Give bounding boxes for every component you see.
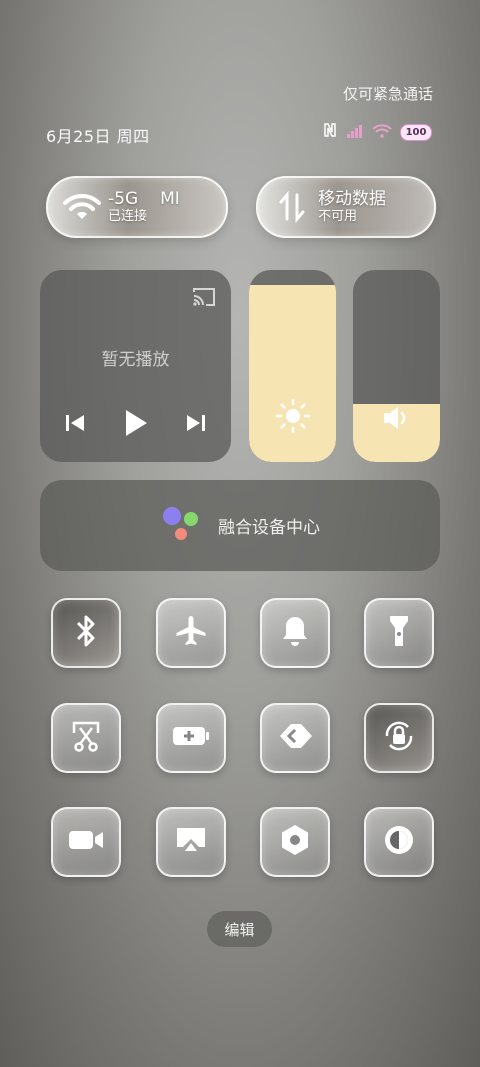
- battery-saver-icon: [171, 724, 211, 752]
- next-icon[interactable]: [185, 413, 207, 437]
- data-transfer-icon: [266, 191, 318, 223]
- sun-icon: [249, 398, 336, 434]
- wifi-info: -5G MI 已连接: [108, 189, 180, 225]
- media-title: 暂无播放: [101, 350, 170, 370]
- video-icon: [67, 828, 105, 856]
- battery-badge: 100: [400, 123, 432, 141]
- wifi-status: 已连接: [108, 209, 148, 225]
- airplane-toggle[interactable]: [156, 598, 226, 668]
- mobile-data-title: 移动数据: [318, 189, 386, 209]
- battery-saver-toggle[interactable]: [156, 703, 226, 773]
- device-center-card[interactable]: 融合设备中心: [40, 480, 440, 571]
- brightness-slider[interactable]: [249, 270, 336, 462]
- bluetooth-toggle[interactable]: [51, 598, 121, 668]
- link-icon: [278, 721, 312, 755]
- device-center-label: 融合设备中心: [218, 518, 320, 538]
- cast-icon[interactable]: [191, 286, 217, 312]
- media-player-card[interactable]: 暂无播放: [40, 270, 231, 462]
- mobile-data-status: 不可用: [318, 209, 358, 225]
- settings-toggle[interactable]: [260, 807, 330, 877]
- wifi-icon: [56, 192, 108, 222]
- wifi-status-icon: [372, 123, 392, 142]
- emergency-calls-only-text: 仅可紧急通话: [342, 85, 433, 103]
- video-toggle[interactable]: [51, 807, 121, 877]
- signal-icon: [346, 123, 364, 142]
- device-center-icon: [160, 506, 204, 546]
- date-label: 6月25日 周四: [46, 127, 150, 146]
- edit-button[interactable]: 编辑: [207, 911, 272, 947]
- flashlight-toggle[interactable]: [364, 598, 434, 668]
- notification-toggle[interactable]: [260, 598, 330, 668]
- mobile-data-info: 移动数据 不可用: [318, 189, 386, 225]
- wifi-ssid-tail: MI: [160, 189, 180, 209]
- previous-icon[interactable]: [64, 413, 86, 437]
- nfc-icon: [322, 122, 338, 142]
- flashlight-icon: [387, 613, 411, 653]
- settings-icon: [279, 823, 311, 861]
- bluetooth-icon: [73, 614, 99, 652]
- wifi-tile[interactable]: -5G MI 已连接: [46, 176, 228, 238]
- speaker-icon: [353, 404, 440, 432]
- volume-slider[interactable]: [353, 270, 440, 462]
- screenshot-toggle[interactable]: [51, 703, 121, 773]
- bell-icon: [280, 614, 310, 652]
- status-icons: 100: [322, 122, 432, 142]
- rotation-lock-toggle[interactable]: [364, 703, 434, 773]
- dark-mode-icon: [382, 823, 416, 861]
- mobile-data-tile[interactable]: 移动数据 不可用: [256, 176, 436, 238]
- brightness-fill: [249, 285, 336, 462]
- airplane-icon: [174, 614, 208, 652]
- screenshot-icon: [70, 719, 102, 757]
- link-toggle[interactable]: [260, 703, 330, 773]
- screen-cast-toggle[interactable]: [156, 807, 226, 877]
- dark-mode-toggle[interactable]: [364, 807, 434, 877]
- media-controls: [64, 408, 207, 442]
- wifi-ssid: -5G: [108, 189, 139, 209]
- screen-cast-icon: [174, 825, 208, 859]
- play-icon[interactable]: [123, 408, 149, 442]
- rotation-lock-icon: [381, 718, 417, 758]
